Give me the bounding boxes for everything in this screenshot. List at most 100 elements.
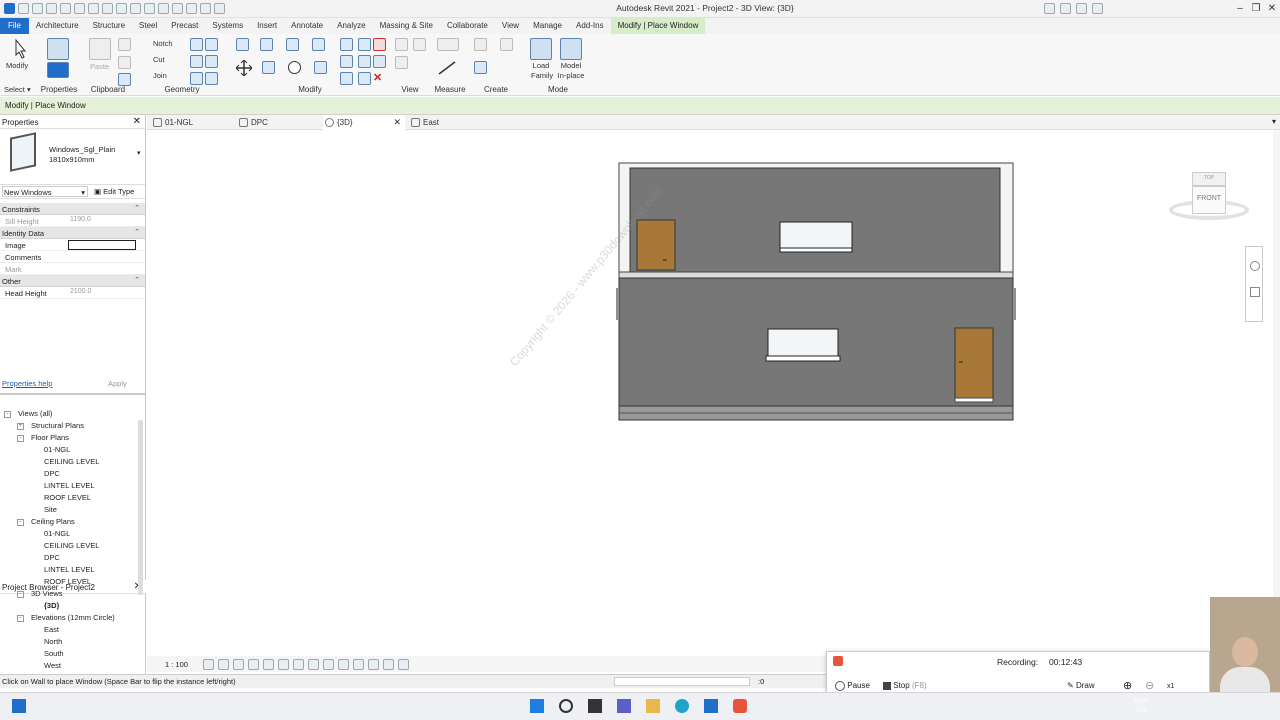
geometry-tool-2-icon[interactable] — [205, 38, 218, 51]
switch-windows-icon[interactable] — [214, 3, 225, 14]
ribbon-tab-structure[interactable]: Structure — [86, 18, 132, 34]
instance-filter-select[interactable]: New Windows ▾ — [2, 186, 88, 197]
constraints-section[interactable]: Constraints ⌃ — [0, 203, 145, 215]
explorer-icon[interactable] — [646, 699, 660, 713]
cut-clipboard-icon[interactable] — [118, 38, 131, 51]
ribbon-tab-collaborate[interactable]: Collaborate — [440, 18, 495, 34]
browser-item[interactable]: - Elevations (12mm Circle) — [0, 612, 138, 624]
geometry-tool-5-icon[interactable] — [190, 72, 203, 85]
stop-button[interactable]: Stop (F8) — [883, 681, 927, 690]
close-properties-icon[interactable]: ✕ — [133, 116, 141, 127]
view-scale[interactable]: 1 : 100 — [165, 660, 188, 669]
collapse-icon[interactable]: - — [17, 591, 24, 598]
tab-east[interactable]: East — [409, 115, 491, 130]
measure-icon[interactable] — [102, 3, 113, 14]
split-gap-icon[interactable] — [358, 72, 371, 85]
browser-item[interactable]: ROOF LEVEL — [0, 576, 138, 588]
view-tool-3-icon[interactable] — [395, 56, 408, 69]
model-inplace-button[interactable]: Model In-place — [556, 61, 586, 81]
detail-level-icon[interactable] — [203, 659, 214, 670]
notch-button[interactable]: Notch — [153, 39, 173, 48]
section-icon[interactable] — [172, 3, 183, 14]
trim-single-icon[interactable] — [373, 55, 386, 68]
pin-icon[interactable] — [358, 38, 371, 51]
create-tool-2-icon[interactable] — [500, 38, 513, 51]
browser-item[interactable]: 01-NGL — [0, 444, 138, 456]
visual-style-icon[interactable] — [218, 659, 229, 670]
ribbon-tab-steel[interactable]: Steel — [132, 18, 164, 34]
view-tool-2-icon[interactable] — [413, 38, 426, 51]
create-tool-1-icon[interactable] — [474, 38, 487, 51]
mirror-pick-icon[interactable] — [286, 38, 299, 51]
browser-item[interactable]: CEILING LEVEL — [0, 456, 138, 468]
collapse-icon[interactable]: ⌃ — [134, 228, 140, 236]
browser-item[interactable]: - Floor Plans — [0, 432, 138, 444]
browser-item[interactable]: DPC — [0, 552, 138, 564]
edge-icon[interactable] — [675, 699, 689, 713]
create-group-icon[interactable] — [474, 61, 487, 74]
browser-item[interactable]: -3D Views — [0, 588, 138, 600]
view-tool-1-icon[interactable] — [395, 38, 408, 51]
close-hidden-icon[interactable] — [200, 3, 211, 14]
apply-button[interactable]: Apply — [108, 379, 127, 388]
recorder-icon[interactable] — [733, 699, 747, 713]
browser-item[interactable]: East — [0, 624, 138, 636]
ribbon-tab-insert[interactable]: Insert — [250, 18, 284, 34]
geometry-tool-3-icon[interactable] — [190, 55, 203, 68]
ribbon-tab-manage[interactable]: Manage — [526, 18, 569, 34]
other-section[interactable]: Other ⌃ — [0, 275, 145, 287]
panel-divider[interactable] — [0, 393, 146, 395]
ribbon-tab-file[interactable]: File — [0, 18, 29, 34]
collapse-icon[interactable]: - — [4, 411, 11, 418]
tab-01-ngl[interactable]: 01-NGL — [151, 115, 233, 130]
delete-icon[interactable]: ✕ — [373, 72, 386, 85]
collapse-icon[interactable]: - — [17, 615, 24, 622]
identity-section[interactable]: Identity Data ⌃ — [0, 227, 145, 239]
user-icon[interactable] — [1060, 3, 1071, 14]
modify-cursor-icon[interactable] — [8, 38, 30, 60]
thin-lines-icon[interactable] — [186, 3, 197, 14]
lower-door[interactable] — [954, 327, 994, 401]
head-height-value[interactable]: 2100.0 — [68, 288, 136, 298]
tab-3d[interactable]: {3D} ✕ — [323, 115, 405, 130]
show-crop-icon[interactable] — [293, 659, 304, 670]
collapse-icon[interactable]: ⌃ — [134, 204, 140, 212]
cart-icon[interactable] — [1076, 3, 1087, 14]
measure-icon-a[interactable] — [437, 38, 459, 51]
geometry-tool-1-icon[interactable] — [190, 38, 203, 51]
sun-path-icon[interactable] — [233, 659, 244, 670]
hide-icon[interactable] — [398, 659, 409, 670]
move-icon[interactable] — [235, 59, 253, 77]
text-icon[interactable] — [144, 3, 155, 14]
align-icon[interactable] — [236, 38, 249, 51]
load-family-icon[interactable] — [530, 38, 552, 60]
minimize-button[interactable]: – — [1232, 2, 1248, 16]
properties-help-link[interactable]: Properties help — [2, 379, 52, 388]
browser-item[interactable]: {3D} — [0, 600, 138, 612]
expand-icon[interactable]: + — [17, 423, 24, 430]
unpin-icon[interactable] — [373, 38, 386, 51]
geometry-tool-6-icon[interactable] — [205, 72, 218, 85]
task-view-icon[interactable] — [588, 699, 602, 713]
widgets-icon[interactable] — [12, 699, 26, 713]
browser-item[interactable]: LINTEL LEVEL — [0, 480, 138, 492]
browser-item[interactable]: ROOF LEVEL — [0, 492, 138, 504]
worksharing-icon[interactable] — [353, 659, 364, 670]
comments-field[interactable] — [68, 252, 136, 262]
maximize-button[interactable]: ❐ — [1248, 2, 1264, 16]
rotate-icon[interactable] — [288, 61, 301, 74]
cut-button[interactable]: Cut — [153, 55, 165, 64]
highlight-icon[interactable] — [383, 659, 394, 670]
browser-item[interactable]: - Views (all) — [0, 408, 138, 420]
chevron-down-icon[interactable]: ▾ — [137, 149, 141, 157]
select-dropdown[interactable]: Select ▾ — [4, 85, 31, 94]
sill-height-value[interactable]: 1190.0 — [68, 216, 136, 226]
steering-wheel-icon[interactable] — [1250, 261, 1260, 271]
language-indicator[interactable]: ENG US — [1134, 697, 1149, 715]
dimension-icon[interactable] — [116, 3, 127, 14]
search-icon[interactable] — [559, 699, 573, 713]
revit-app-icon[interactable] — [4, 3, 15, 14]
mirror-draw-icon[interactable] — [312, 38, 325, 51]
shadows-icon[interactable] — [248, 659, 259, 670]
properties-icon[interactable] — [47, 38, 69, 60]
